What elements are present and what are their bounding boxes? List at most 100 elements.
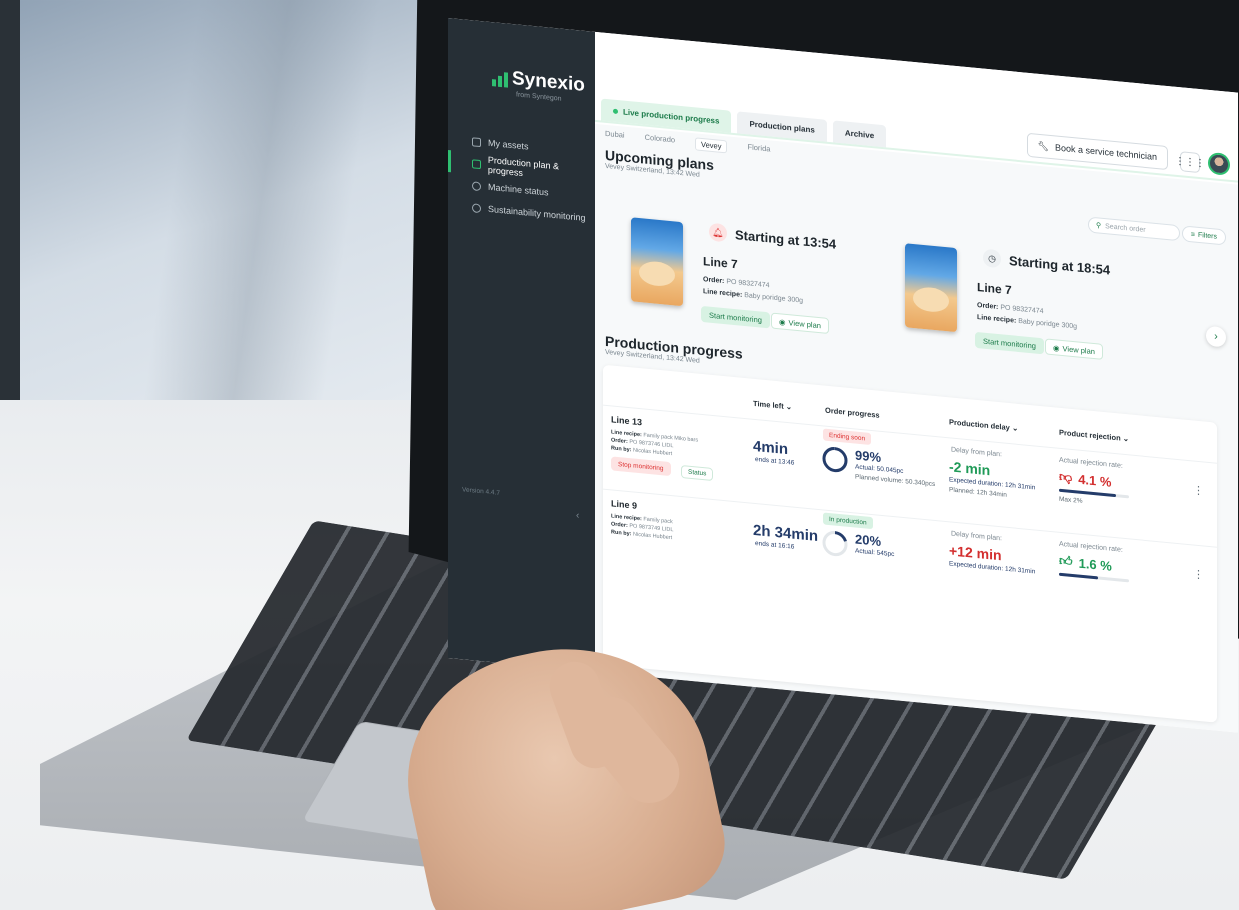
progress-ring [822, 531, 848, 557]
column-header-label: Production delay [949, 417, 1010, 433]
column-header-order-progress: Order progress [825, 405, 880, 420]
thumbs-down-icon: 👎︎ [1059, 468, 1073, 486]
logo-bars-icon [492, 71, 508, 88]
stop-monitoring-button[interactable]: Stop monitoring [611, 456, 671, 477]
plan-order: PO 98327474 [726, 278, 770, 290]
chevron-down-icon: ⌄ [1122, 433, 1130, 444]
plan-order-label: Order: [703, 276, 725, 286]
search-icon: ⚲ [1096, 222, 1102, 230]
progress-percent: 20% [855, 531, 882, 549]
expected-duration: Expected duration: 12h 31min [949, 560, 1036, 576]
wrench-icon: 🔧︎ [1037, 140, 1049, 152]
plan-order: PO 98327474 [1000, 304, 1044, 316]
rejection-rate: 4.1 % [1078, 471, 1112, 490]
planned-duration: Planned: 12h 34min [949, 486, 1007, 499]
progress-planned: Planned volume: 50.340pcs [855, 473, 936, 489]
next-plans-chevron-icon[interactable]: › [1206, 325, 1226, 348]
plan-order-label: Order: [977, 302, 999, 312]
product-image [905, 243, 957, 333]
site-tab-vevey[interactable]: Vevey [695, 137, 728, 154]
status-badge: Ending soon [823, 428, 872, 445]
progress-actual: Actual: 545pc [855, 547, 895, 559]
column-header-production-delay[interactable]: Production delay ⌄ [949, 417, 1018, 433]
leaf-icon [472, 202, 481, 213]
column-header-product-rejection[interactable]: Product rejection ⌄ [1059, 428, 1129, 444]
plan-recipe: Baby poridge 300g [744, 292, 804, 305]
sidebar-item-label: Sustainability monitoring [488, 203, 586, 224]
row-run-by: Nicolas Hubbert [633, 447, 673, 458]
site-tab-dubai[interactable]: Dubai [605, 129, 625, 144]
delay-label: Delay from plan: [951, 446, 1002, 459]
row-line: Line 9 [611, 498, 638, 511]
view-plan-button[interactable]: ◉ View plan [771, 312, 829, 335]
column-header-time-left[interactable]: Time left ⌄ [753, 399, 792, 412]
main-content: 🔧︎ Book a service technician ⋮⋮⋮ Live pr… [595, 31, 1238, 733]
rejection-value: 👍︎ 1.6 % [1059, 553, 1112, 574]
eye-icon: ◉ [779, 316, 786, 327]
rejection-bar [1059, 572, 1129, 583]
row-line: Line 13 [611, 414, 643, 428]
book-service-label: Book a service technician [1054, 142, 1157, 163]
site-tab-florida[interactable]: Florida [747, 142, 770, 157]
upcoming-plan-card: 🔔︎ Starting at 13:54 Line 7 Order: PO 98… [631, 211, 911, 357]
plan-recipe-label: Line recipe: [977, 314, 1017, 325]
progress-ring [822, 447, 848, 473]
rejection-label: Actual rejection rate: [1059, 540, 1123, 554]
bell-icon: 🔔︎ [709, 222, 727, 243]
search-input[interactable]: ⚲ Search order [1088, 216, 1180, 242]
time-left-value: 4min [753, 437, 789, 459]
chevron-down-icon: ⌄ [785, 401, 793, 412]
live-dot-icon [613, 108, 618, 114]
rejection-rate: 1.6 % [1078, 555, 1112, 574]
production-progress-table: Time left ⌄ Order progress Production de… [603, 364, 1217, 723]
more-options-icon[interactable]: ⋮ [1193, 483, 1204, 497]
plan-meta: Order: PO 98327474 Line recipe: Baby por… [977, 300, 1077, 333]
delay-value: -2 min [949, 458, 991, 479]
row-run-by: Nicolas Hubbert [633, 531, 673, 542]
view-plan-label: View plan [788, 317, 821, 330]
column-header-label: Product rejection [1059, 427, 1121, 443]
rejection-bar-fill [1059, 572, 1098, 580]
sidebar-nav: My assets Production plan & progress Mac… [448, 128, 595, 230]
eye-icon: ◉ [1053, 342, 1060, 353]
clock-icon: ◷ [983, 248, 1001, 269]
site-tab-colorado[interactable]: Colorado [645, 133, 675, 149]
plan-recipe: Baby poridge 300g [1018, 317, 1078, 331]
start-monitoring-button[interactable]: Start monitoring [975, 331, 1044, 355]
more-options-icon[interactable]: ⋮ [1193, 567, 1204, 581]
view-plan-label: View plan [1062, 343, 1095, 356]
row-meta: Line recipe: Family pack Miko bars Order… [611, 428, 698, 460]
sidebar-item-label: My assets [488, 137, 529, 152]
thumbs-up-icon: 👍︎ [1059, 552, 1073, 570]
rejection-label: Actual rejection rate: [1059, 456, 1123, 470]
app-screen: Synexio from Syntegon My assets Producti… [448, 18, 1238, 733]
collapse-sidebar-icon[interactable]: ‹ [576, 510, 579, 521]
upcoming-plan-card: ◷ Starting at 18:54 Line 7 Order: PO 983… [905, 237, 1185, 383]
version-text: Version 4.4.7 [462, 486, 500, 497]
chart-line-icon [472, 158, 481, 169]
apps-grid-icon[interactable]: ⋮⋮⋮ [1175, 151, 1205, 174]
product-image [631, 217, 683, 307]
sidebar: Synexio from Syntegon My assets Producti… [448, 18, 595, 672]
avatar[interactable] [1208, 151, 1230, 176]
plan-meta: Order: PO 98327474 Line recipe: Baby por… [703, 274, 803, 307]
delay-label: Delay from plan: [951, 530, 1002, 543]
gauge-icon [472, 180, 481, 191]
status-badge: In production [823, 512, 873, 530]
plan-line: Line 7 [977, 280, 1012, 298]
plan-recipe-label: Line recipe: [703, 288, 743, 299]
status-button[interactable]: Status [681, 465, 714, 482]
search-placeholder: Search order [1105, 222, 1146, 234]
chevron-down-icon: ⌄ [1011, 423, 1019, 433]
assets-icon [472, 136, 481, 147]
view-plan-button[interactable]: ◉ View plan [1045, 338, 1103, 360]
upcoming-plans-heading: Upcoming plans Vevey Switzerland, 13:42 … [605, 147, 714, 180]
row-run-label: Run by: [611, 445, 632, 454]
tab-label: Archive [844, 128, 875, 140]
start-monitoring-button[interactable]: Start monitoring [701, 305, 770, 329]
background-pillar [140, 0, 380, 420]
filters-label: Filters [1197, 231, 1217, 241]
filters-button[interactable]: ≡ Filters [1181, 225, 1226, 246]
plan-start-time: Starting at 18:54 [1009, 253, 1111, 278]
brand-logo: Synexio [492, 68, 585, 96]
